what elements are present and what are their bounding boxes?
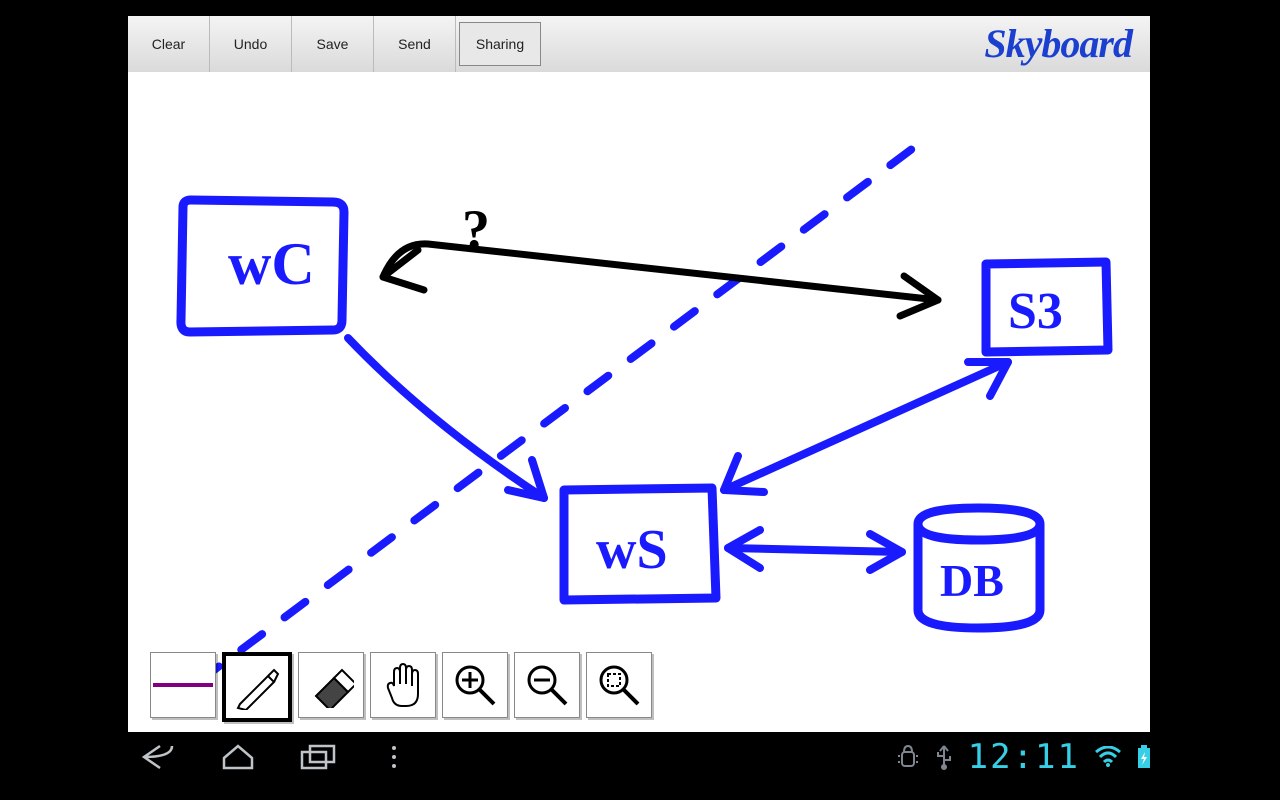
android-debug-icon (896, 744, 920, 770)
drawing-canvas[interactable]: wC S3 wS DB ? (128, 72, 1150, 732)
battery-icon (1136, 744, 1152, 770)
node-s3-label: S3 (1008, 283, 1063, 340)
tool-zoom-out[interactable] (514, 652, 580, 718)
usb-icon (934, 744, 954, 770)
node-db-label: DB (940, 555, 1004, 606)
tool-eraser[interactable] (298, 652, 364, 718)
home-icon (218, 742, 258, 772)
app-window: Clear Undo Save Send Sharing Skyboard wC… (128, 16, 1150, 732)
tool-hand[interactable] (370, 652, 436, 718)
sharing-button[interactable]: Sharing (459, 22, 541, 66)
menu-dots-icon (388, 742, 408, 772)
pencil-icon (234, 664, 280, 710)
recents-button[interactable] (288, 737, 348, 777)
question-label: ? (462, 199, 490, 261)
node-wc-label: wC (228, 231, 315, 297)
system-nav-bar: 12:11 (128, 732, 1152, 782)
undo-button[interactable]: Undo (210, 16, 292, 72)
zoom-in-icon (452, 662, 498, 708)
back-icon (138, 742, 178, 772)
clock: 12:11 (968, 737, 1080, 777)
zoom-fit-icon (596, 662, 642, 708)
wifi-icon (1094, 746, 1122, 768)
save-button[interactable]: Save (292, 16, 374, 72)
hand-icon (380, 662, 426, 708)
tool-zoom-in[interactable] (442, 652, 508, 718)
tool-pen[interactable] (222, 652, 292, 722)
eraser-icon (308, 662, 354, 708)
send-button[interactable]: Send (374, 16, 456, 72)
recents-icon (298, 742, 338, 772)
top-toolbar: Clear Undo Save Send Sharing Skyboard (128, 16, 1150, 73)
tool-palette (150, 652, 652, 722)
home-button[interactable] (208, 737, 268, 777)
color-line (153, 683, 213, 687)
menu-button[interactable] (368, 737, 428, 777)
node-ws-label: wS (596, 519, 668, 581)
tool-color[interactable] (150, 652, 216, 718)
tool-zoom-fit[interactable] (586, 652, 652, 718)
back-button[interactable] (128, 737, 188, 777)
clear-button[interactable]: Clear (128, 16, 210, 72)
app-logo: Skyboard (984, 20, 1132, 67)
zoom-out-icon (524, 662, 570, 708)
